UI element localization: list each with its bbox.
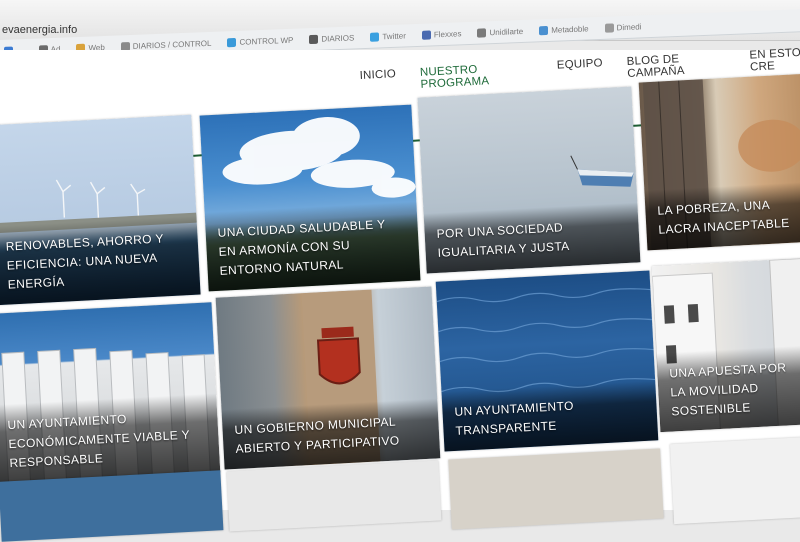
bookmark-label: CONTROL WP [239, 35, 294, 47]
bookmark-label: Metadoble [551, 23, 589, 35]
bookmark-favicon-icon [421, 29, 431, 40]
program-tile-partial-2[interactable] [226, 460, 442, 532]
bookmark-favicon-icon [477, 27, 487, 38]
bookmark-label: Unidilarte [489, 26, 524, 37]
program-tile-ciudad-saludable[interactable]: UNA CIUDAD SALUDABLE Y EN ARMONÍA CON SU… [199, 104, 421, 292]
bookmark-item[interactable]: Twitter [370, 30, 406, 42]
tile-caption: UNA CIUDAD SALUDABLE Y EN ARMONÍA CON SU… [204, 201, 421, 292]
bookmark-favicon-icon [604, 22, 614, 33]
bookmark-favicon-icon [227, 37, 237, 47]
tile-caption: UN AYUNTAMIENTO TRANSPARENTE [441, 380, 659, 452]
program-tile-partial-3[interactable] [448, 448, 664, 530]
bookmark-label: Twitter [382, 30, 406, 41]
nav-item-blog-de-campana[interactable]: BLOG DE CAMPAÑA [626, 51, 726, 80]
bookmark-item[interactable]: DIARIOS [309, 33, 354, 44]
program-tile-sociedad-igualitaria[interactable]: POR UNA SOCIEDAD IGUALITARIA Y JUSTA [417, 86, 641, 274]
bookmark-favicon-icon [539, 25, 549, 35]
tile-caption: UNA APUESTA POR LA MOVILIDAD SOSTENIBLE [656, 344, 800, 433]
tile-caption: UN GOBIERNO MUNICIPAL ABIERTO Y PARTICIP… [221, 398, 441, 470]
bookmark-favicon-icon [309, 34, 319, 44]
tile-caption: UN AYUNTAMIENTO ECONÓMICAMENTE VIABLE Y … [0, 393, 221, 484]
nav-item-en-esto-creemos[interactable]: EN ESTO CRE [749, 46, 800, 74]
program-tile-renovables[interactable]: RENOVABLES, AHORRO Y EFICIENCIA: UNA NUE… [0, 114, 201, 306]
bookmark-item[interactable]: Metadoble [539, 23, 589, 35]
bookmark-item[interactable]: Unidilarte [477, 26, 524, 38]
bookmark-label: Dimedi [616, 21, 642, 32]
bookmark-label: Flexxes [433, 28, 462, 39]
bookmark-item[interactable]: DIARIOS / CONTROL [120, 38, 212, 51]
tile-caption: POR UNA SOCIEDAD IGUALITARIA Y JUSTA [423, 202, 641, 274]
program-tile-ayuntamiento-transparente[interactable]: UN AYUNTAMIENTO TRANSPARENTE [435, 270, 659, 452]
program-tile-partial-4[interactable] [670, 435, 800, 525]
bookmark-label: DIARIOS / CONTROL [132, 38, 212, 51]
bookmark-item[interactable]: CONTROL WP [227, 35, 293, 47]
nav-item-nuestro-programa[interactable]: NUESTRO PROGRAMA [420, 61, 534, 91]
address-bar[interactable]: evaenergia.info [2, 24, 77, 36]
program-tile-partial-1[interactable] [0, 470, 224, 542]
nav-item-equipo[interactable]: EQUIPO [557, 57, 604, 83]
program-tile-gobierno-abierto[interactable]: UN GOBIERNO MUNICIPAL ABIERTO Y PARTICIP… [215, 286, 441, 470]
bookmark-item[interactable]: Dimedi [604, 21, 642, 33]
program-tile-ayuntamiento-viable[interactable]: UN AYUNTAMIENTO ECONÓMICAMENTE VIABLE Y … [0, 302, 221, 484]
tile-caption: RENOVABLES, AHORRO Y EFICIENCIA: UNA NUE… [0, 215, 201, 306]
program-tile-movilidad-sostenible[interactable]: UNA APUESTA POR LA MOVILIDAD SOSTENIBLE [651, 257, 800, 433]
tile-caption: LA POBREZA, UNA LACRA INACEPTABLE [644, 181, 800, 251]
bookmark-item[interactable]: Flexxes [421, 28, 462, 40]
program-tile-pobreza[interactable]: LA POBREZA, UNA LACRA INACEPTABLE [638, 73, 800, 251]
bookmark-favicon-icon [370, 31, 380, 42]
nav-item-inicio[interactable]: INICIO [359, 68, 397, 94]
bookmark-label: DIARIOS [321, 32, 355, 44]
